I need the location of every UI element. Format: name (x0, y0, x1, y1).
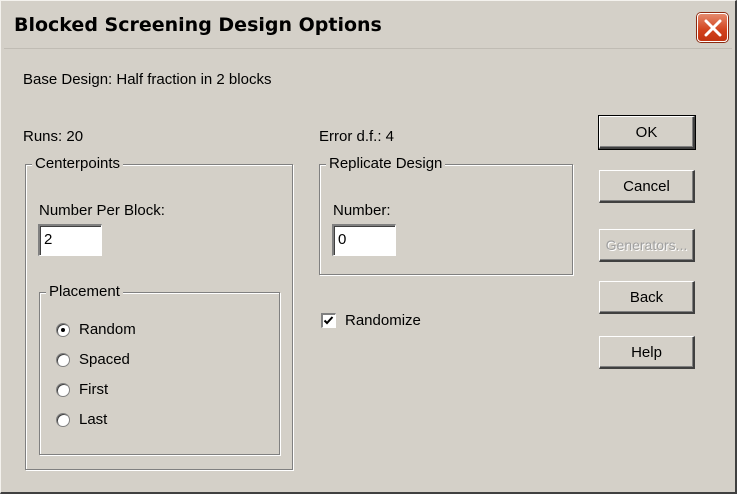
placement-group: Placement Random Spaced First Last (39, 283, 280, 455)
radio-spaced[interactable]: Spaced (56, 351, 130, 368)
radio-last-label: Last (79, 411, 108, 428)
radio-spaced-label: Spaced (79, 351, 130, 368)
replicate-design-group: Replicate Design Number: 0 (319, 155, 573, 275)
blocked-screening-design-options-dialog: Blocked Screening Design Options Base De… (0, 0, 737, 494)
randomize-checkbox[interactable]: Randomize (321, 312, 421, 329)
radio-last[interactable]: Last (56, 411, 107, 428)
radio-first[interactable]: First (56, 381, 108, 398)
dialog-title: Blocked Screening Design Options (14, 14, 382, 36)
radio-first-label: First (79, 381, 109, 398)
close-button[interactable] (697, 13, 728, 42)
back-button[interactable]: Back (599, 281, 695, 314)
cancel-button[interactable]: Cancel (599, 170, 695, 203)
radio-random-label: Random (79, 321, 136, 338)
replicate-number-label: Number: (333, 202, 391, 219)
radio-spaced-indicator (56, 352, 70, 367)
checkmark-icon (323, 316, 334, 325)
number-per-block-label: Number Per Block: (39, 202, 165, 219)
radio-random[interactable]: Random (56, 321, 136, 338)
radio-last-indicator (56, 412, 70, 427)
generators-button: Generators... (599, 229, 695, 262)
error-df-label: Error d.f.: 4 (319, 128, 395, 145)
placement-legend: Placement (46, 283, 123, 300)
close-icon (704, 19, 722, 37)
help-button[interactable]: Help (599, 336, 695, 369)
radio-first-indicator (56, 382, 70, 397)
ok-button[interactable]: OK (598, 115, 696, 150)
base-design-label: Base Design: Half fraction in 2 blocks (23, 71, 272, 88)
title-bar[interactable]: Blocked Screening Design Options (4, 4, 732, 49)
centerpoints-legend: Centerpoints (32, 155, 124, 172)
replicate-number-input[interactable]: 0 (332, 224, 396, 256)
replicate-design-legend: Replicate Design (326, 155, 446, 172)
randomize-check-indicator (321, 313, 336, 328)
centerpoints-group: Centerpoints Number Per Block: 2 Placeme… (25, 155, 293, 470)
randomize-label: Randomize (345, 312, 421, 329)
runs-label: Runs: 20 (23, 128, 84, 145)
number-per-block-input[interactable]: 2 (38, 224, 102, 256)
radio-random-indicator (56, 322, 70, 337)
